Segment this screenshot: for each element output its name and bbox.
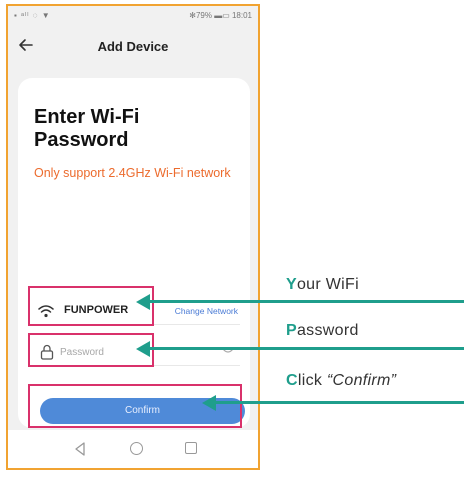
wifi-form-card: Enter Wi-Fi Password Only support 2.4GHz… — [18, 78, 250, 428]
change-network-link[interactable]: Change Network — [175, 306, 238, 316]
status-battery-time: ✻79% ▬▭ 18:01 — [189, 11, 252, 20]
nav-home-icon[interactable] — [130, 442, 143, 455]
annotation-password: Password — [286, 322, 359, 340]
password-arrow-head — [136, 340, 150, 357]
confirm-arrow-head — [202, 394, 216, 411]
status-bar: ▪ ᵃˡˡ ◌ ▼ ✻79% ▬▭ 18:01 — [8, 6, 258, 26]
annotation-confirm-quote: “Confirm” — [326, 372, 397, 389]
password-pointer-arrow — [150, 347, 464, 350]
annotation-password-text: assword — [296, 322, 359, 339]
annotation-confirm: Click “Confirm” — [286, 372, 396, 390]
annotation-password-initial: P — [286, 322, 297, 339]
annotation-wifi: Your WiFi — [286, 276, 359, 294]
nav-recent-icon[interactable] — [185, 442, 197, 454]
system-nav-bar — [8, 430, 258, 468]
form-heading: Enter Wi-Fi Password — [34, 106, 140, 151]
annotation-wifi-initial: Y — [286, 276, 297, 293]
confirm-pointer-arrow — [216, 401, 464, 404]
wifi-pointer-arrow — [150, 300, 464, 303]
page-title: Add Device — [97, 39, 169, 54]
status-icons-left: ▪ ᵃˡˡ ◌ ▼ — [14, 11, 51, 20]
app-bar: Add Device — [8, 26, 258, 66]
wifi-arrow-head — [136, 293, 150, 310]
annotation-confirm-initial: C — [286, 372, 298, 389]
annotation-wifi-text: our WiFi — [296, 276, 359, 293]
annotation-confirm-text: lick — [297, 372, 327, 389]
band-notice: Only support 2.4GHz Wi-Fi network — [34, 166, 231, 180]
nav-back-icon[interactable] — [74, 442, 86, 456]
